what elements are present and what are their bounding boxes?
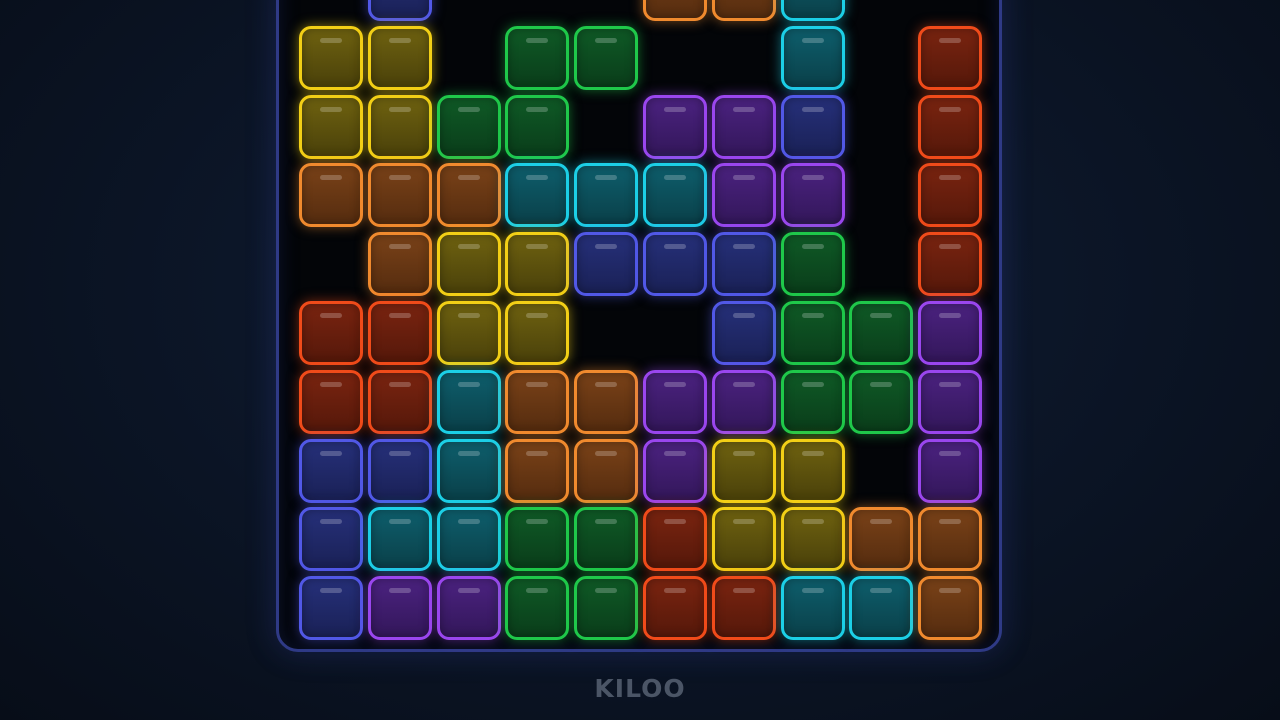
green-block [505, 25, 570, 90]
purple-block [643, 438, 707, 503]
red-block [918, 94, 983, 159]
orange-block [436, 163, 501, 228]
green-block [574, 25, 639, 90]
yellow-block [367, 25, 432, 90]
orange-block [505, 438, 570, 503]
orange-block [367, 163, 432, 228]
purple-block [711, 369, 776, 434]
blue-block [711, 232, 776, 297]
brand-logo: KILOO [594, 674, 686, 703]
green-block [780, 301, 845, 365]
purple-block [711, 163, 776, 228]
cyan-block [436, 438, 501, 503]
yellow-block [711, 438, 776, 503]
red-block [299, 369, 363, 434]
cyan-block [367, 507, 432, 572]
purple-block [436, 576, 501, 641]
green-block [849, 301, 914, 365]
cyan-block [849, 576, 914, 641]
red-block [299, 301, 363, 365]
orange-block [574, 369, 639, 434]
orange-block [505, 369, 570, 434]
blue-block [367, 438, 432, 503]
yellow-block [780, 507, 845, 572]
red-block [918, 25, 983, 90]
yellow-block [367, 94, 432, 159]
yellow-block [436, 301, 501, 365]
orange-block [299, 163, 363, 228]
cyan-block [643, 163, 707, 228]
blue-block [299, 507, 363, 572]
green-block [849, 369, 914, 434]
yellow-block [780, 438, 845, 503]
purple-block [918, 369, 983, 434]
orange-block [643, 0, 707, 21]
cyan-block [436, 369, 501, 434]
orange-block [918, 507, 983, 572]
cyan-block [780, 0, 845, 21]
yellow-block [711, 507, 776, 572]
red-block [367, 301, 432, 365]
red-block [918, 232, 983, 297]
yellow-block [505, 301, 570, 365]
orange-block [711, 0, 776, 21]
green-block [436, 94, 501, 159]
purple-block [643, 369, 707, 434]
green-block [505, 507, 570, 572]
red-block [367, 369, 432, 434]
orange-block [918, 576, 983, 641]
purple-block [367, 576, 432, 641]
cyan-block [780, 576, 845, 641]
yellow-block [299, 94, 363, 159]
orange-block [367, 232, 432, 297]
green-block [574, 576, 639, 641]
blue-block [711, 301, 776, 365]
cyan-block [505, 163, 570, 228]
cyan-block [780, 25, 845, 90]
yellow-block [299, 25, 363, 90]
purple-block [643, 94, 707, 159]
blue-block [299, 576, 363, 641]
purple-block [711, 94, 776, 159]
red-block [711, 576, 776, 641]
red-block [643, 576, 707, 641]
blue-block [780, 94, 845, 159]
cyan-block [436, 507, 501, 572]
orange-block [849, 507, 914, 572]
yellow-block [505, 232, 570, 297]
game-board[interactable] [276, 0, 1002, 652]
blue-block [367, 0, 432, 21]
red-block [643, 507, 707, 572]
orange-block [574, 438, 639, 503]
green-block [780, 369, 845, 434]
yellow-block [436, 232, 501, 297]
green-block [574, 507, 639, 572]
purple-block [918, 301, 983, 365]
blue-block [574, 232, 639, 297]
cyan-block [574, 163, 639, 228]
blue-block [643, 232, 707, 297]
blue-block [299, 438, 363, 503]
game-stage: KILOO [0, 0, 1280, 720]
purple-block [918, 438, 983, 503]
green-block [505, 94, 570, 159]
purple-block [780, 163, 845, 228]
red-block [918, 163, 983, 228]
green-block [780, 232, 845, 297]
green-block [505, 576, 570, 641]
